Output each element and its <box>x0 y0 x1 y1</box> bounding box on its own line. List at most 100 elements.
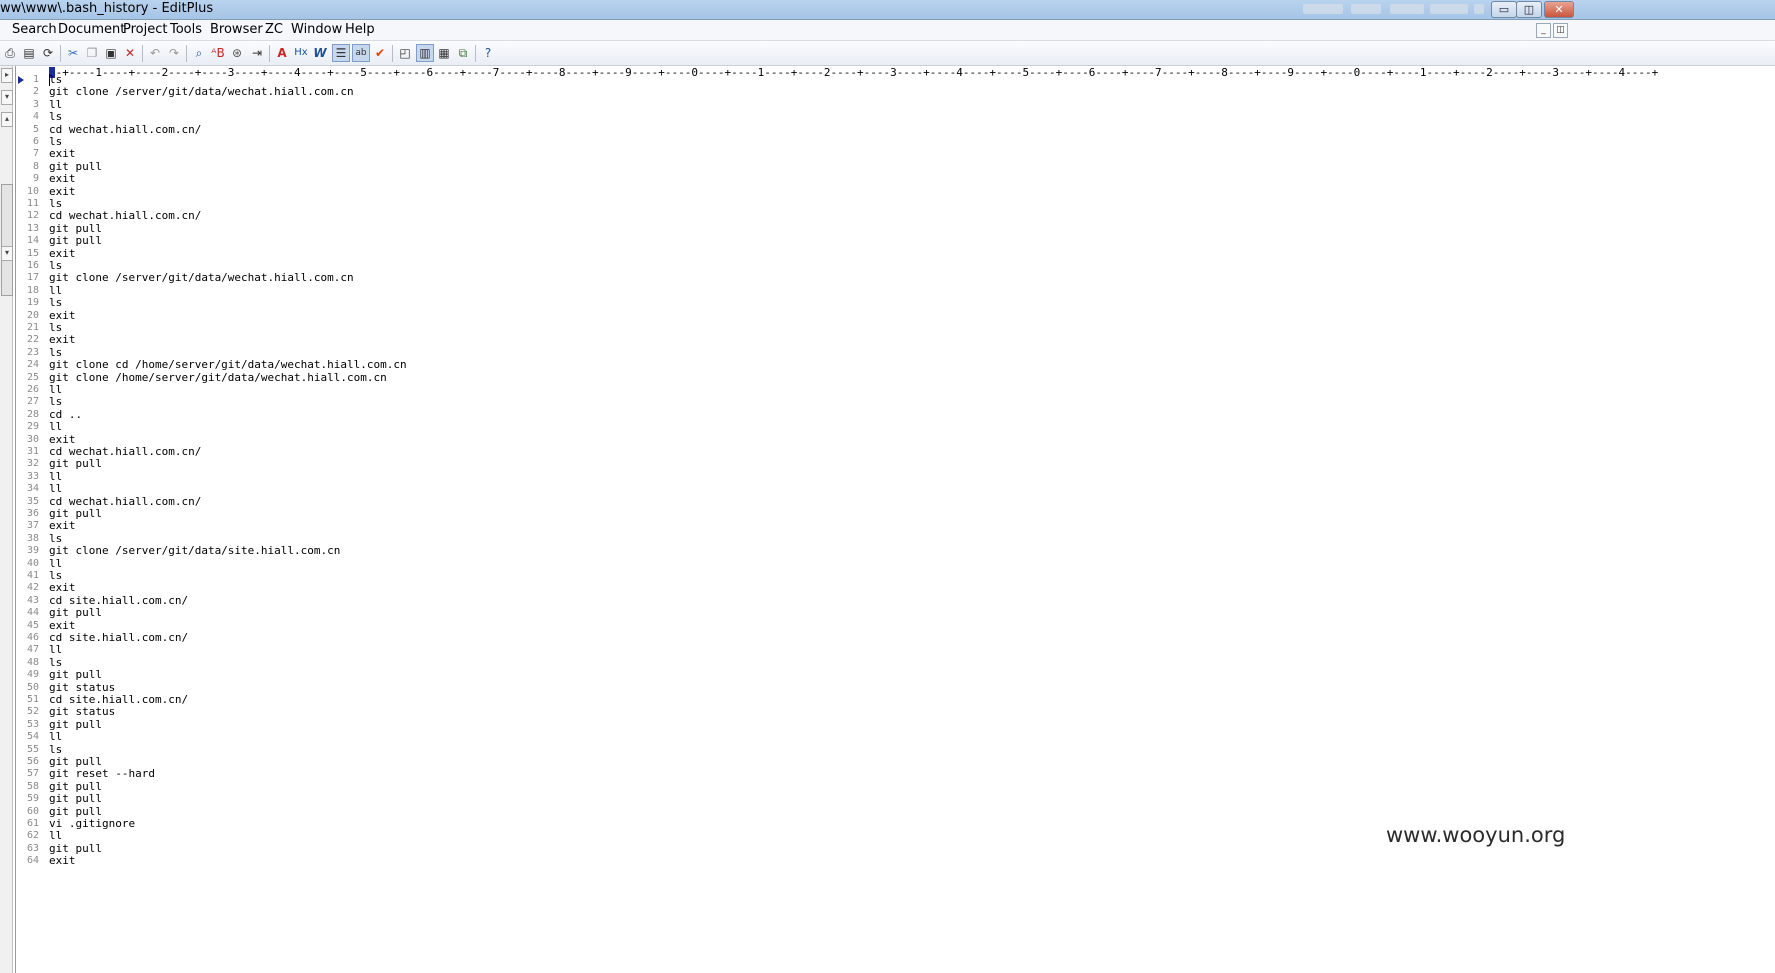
editor-line[interactable]: 53 git pull <box>16 718 1771 731</box>
menu-document[interactable]: Document <box>58 22 125 37</box>
delete-icon[interactable]: ✕ <box>122 45 138 61</box>
editor-line[interactable]: 30 exit <box>16 433 1771 446</box>
editor-line[interactable]: 26 ll <box>16 384 1771 396</box>
editor-line[interactable]: 25 git clone /home/server/git/data/wechat… <box>16 371 1771 384</box>
editor-line[interactable]: 10 exit <box>16 185 1771 198</box>
line-text[interactable]: exit <box>49 520 76 532</box>
cliptext-icon[interactable]: ⧉ <box>455 45 471 61</box>
line-text[interactable]: git pull <box>49 805 102 818</box>
ruler-icon[interactable]: ab <box>352 44 370 62</box>
line-text[interactable]: exit <box>49 334 76 346</box>
check-icon[interactable]: ✔ <box>372 45 388 61</box>
line-text[interactable]: cd wechat.hiall.com.cn/ <box>49 446 201 458</box>
line-text[interactable]: ls <box>49 396 62 408</box>
editor-line[interactable]: 4 ls <box>16 111 1771 123</box>
line-text[interactable]: git pull <box>49 669 102 681</box>
editor-line[interactable]: 51 cd site.hiall.com.cn/ <box>16 694 1771 706</box>
help-icon[interactable]: ? <box>480 45 496 61</box>
line-text[interactable]: git pull <box>49 235 102 247</box>
line-text[interactable]: git clone /server/git/data/wechat.hiall.… <box>49 272 354 284</box>
editor-line[interactable]: 2 git clone /server/git/data/wechat.hiall… <box>16 86 1771 98</box>
editor-line[interactable]: 52 git status <box>16 706 1771 718</box>
line-text[interactable]: ll <box>49 384 62 396</box>
line-text[interactable]: git status <box>49 681 115 694</box>
editor-line[interactable]: 11 ls <box>16 198 1771 210</box>
full-screen-icon[interactable]: ◰ <box>397 45 413 61</box>
menu-tools[interactable]: Tools <box>170 22 202 37</box>
scroll-down-icon[interactable]: ▾ <box>1 246 13 261</box>
line-text[interactable]: ll <box>49 731 62 743</box>
editor-line[interactable]: 7 exit <box>16 148 1771 160</box>
editor-line[interactable]: 12 cd wechat.hiall.com.cn/ <box>16 210 1771 222</box>
editor-line[interactable]: 37 exit <box>16 520 1771 532</box>
line-text[interactable]: git clone cd /home/server/git/data/wecha… <box>49 359 407 371</box>
line-text[interactable]: ls <box>49 656 62 669</box>
line-text[interactable]: git pull <box>49 718 102 731</box>
goto-line-icon[interactable]: ⇥ <box>249 45 265 61</box>
line-text[interactable]: git pull <box>49 160 102 173</box>
line-text[interactable]: git pull <box>49 793 102 805</box>
line-text[interactable]: ls <box>49 260 62 272</box>
menu-search[interactable]: Search <box>12 22 57 37</box>
line-text[interactable]: cd site.hiall.com.cn/ <box>49 594 188 607</box>
line-text[interactable]: exit <box>49 173 76 185</box>
cut-icon[interactable]: ✂ <box>65 45 81 61</box>
minimize-button[interactable]: ▭ <box>1491 1 1517 18</box>
redo-icon[interactable]: ↷ <box>166 45 182 61</box>
editor-line[interactable]: 29 ll <box>16 421 1771 433</box>
line-text[interactable]: ls <box>49 346 62 359</box>
panel-expand-icon[interactable]: ▸ <box>1 68 13 83</box>
paste-icon[interactable]: ▣ <box>103 45 119 61</box>
line-text[interactable]: git pull <box>49 508 102 520</box>
find-in-files-icon[interactable]: ⊛ <box>229 45 245 61</box>
editor-line[interactable]: 40 ll <box>16 557 1771 570</box>
line-text[interactable]: ll <box>49 284 62 297</box>
directory-window-icon[interactable]: ▦ <box>436 45 452 61</box>
editor-line[interactable]: 8 git pull <box>16 160 1771 173</box>
replace-icon[interactable]: ᴬB <box>210 45 226 61</box>
editor-line[interactable]: 42 exit <box>16 582 1771 594</box>
spell-check-icon[interactable]: ⟳ <box>40 45 56 61</box>
line-text[interactable]: git reset --hard <box>49 768 155 780</box>
line-text[interactable]: git pull <box>49 607 102 619</box>
line-text[interactable]: exit <box>49 185 76 198</box>
editor-line[interactable]: 5 cd wechat.hiall.com.cn/ <box>16 123 1771 136</box>
output-window-icon[interactable]: ▥ <box>416 44 434 62</box>
line-text[interactable]: exit <box>49 247 76 260</box>
editor-line[interactable]: 20 exit <box>16 309 1771 322</box>
editor-line[interactable]: 33 ll <box>16 470 1771 483</box>
editor-line[interactable]: 9 exit <box>16 173 1771 185</box>
line-text[interactable]: cd site.hiall.com.cn/ <box>49 632 188 644</box>
line-text[interactable]: ll <box>49 421 62 433</box>
editor-line[interactable]: 35 cd wechat.hiall.com.cn/ <box>16 495 1771 508</box>
line-text[interactable]: ll <box>49 483 62 495</box>
line-text[interactable]: git clone /server/git/data/site.hiall.co… <box>49 545 340 557</box>
word-wrap-icon[interactable]: W <box>312 45 328 61</box>
mdi-minimize-button[interactable]: _ <box>1536 23 1551 38</box>
line-text[interactable]: exit <box>49 148 76 160</box>
line-text[interactable]: vi .gitignore <box>49 818 135 830</box>
line-text[interactable]: ls <box>49 74 62 86</box>
editor-line[interactable]: 27 ls <box>16 396 1771 408</box>
line-text[interactable]: ls <box>49 532 62 545</box>
editor-line[interactable]: 46 cd site.hiall.com.cn/ <box>16 632 1771 644</box>
close-button[interactable]: ✕ <box>1544 1 1574 18</box>
line-text[interactable]: exit <box>49 309 76 322</box>
editor-line[interactable]: 56 git pull <box>16 756 1771 768</box>
panel-dropdown-icon[interactable]: ▾ <box>1 90 13 105</box>
editor-line[interactable]: 44 git pull <box>16 607 1771 619</box>
scroll-up-icon[interactable]: ▴ <box>1 112 13 127</box>
maximize-button[interactable]: ◫ <box>1516 1 1542 18</box>
line-text[interactable]: ls <box>49 297 62 309</box>
print-icon[interactable]: ⎙ <box>2 45 18 61</box>
editor-line[interactable]: 22 exit <box>16 334 1771 346</box>
undo-icon[interactable]: ↶ <box>147 45 163 61</box>
editor-line[interactable]: 36 git pull <box>16 508 1771 520</box>
editor-line[interactable]: 41 ls <box>16 570 1771 582</box>
line-text[interactable]: ls <box>49 198 62 210</box>
editor-line[interactable]: 14 git pull <box>16 235 1771 247</box>
line-text[interactable]: cd wechat.hiall.com.cn/ <box>49 495 201 508</box>
editor-line[interactable]: 19 ls <box>16 297 1771 309</box>
editor-line[interactable]: 64 exit <box>16 855 1771 867</box>
menu-help[interactable]: Help <box>345 22 375 37</box>
